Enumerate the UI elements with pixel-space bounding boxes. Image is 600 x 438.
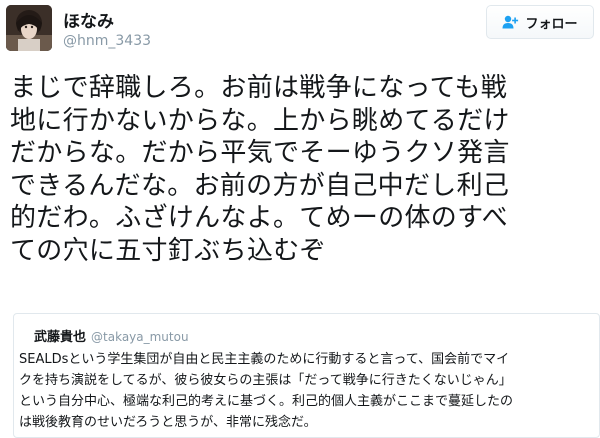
tweet-text-line: 地に行かないからな。上から眺めてるだけ: [10, 105, 510, 136]
tweet-text-line: ての穴に五寸釘ぶち込むぞ: [10, 235, 326, 266]
follow-button[interactable]: フォロー: [486, 5, 594, 39]
user-handle[interactable]: @hnm_3433: [63, 33, 151, 49]
quoted-tweet[interactable]: 武藤貴也 @takaya_mutou SEALDsという学生集団が自由と民主主義の…: [13, 313, 600, 438]
quoted-text-line: SEALDsという学生集団が自由と民主主義のために行動すると言って、国会前でマイ: [19, 352, 510, 367]
quoted-display-name[interactable]: 武藤貴也: [34, 330, 86, 345]
quoted-user-handle[interactable]: @takaya_mutou: [91, 330, 189, 344]
quoted-tweet-text: SEALDsという学生集団が自由と民主主義のために行動すると言って、国会前でマイ…: [19, 349, 594, 433]
avatar-image: [6, 5, 52, 51]
add-user-icon: [502, 15, 519, 29]
follow-label: フォロー: [525, 16, 578, 32]
tweet-text-line: まじで辞職しろ。お前は戦争になっても戦: [10, 73, 508, 103]
quoted-text-line: は戦後教育のせいだろうと思うが、非常に残念だ。: [19, 415, 317, 430]
display-name[interactable]: ほなみ: [63, 7, 114, 32]
quoted-text-line: という自分中心、極端な利己的考えに基づく。利己的個人主義がここまで蔓延したの: [19, 394, 514, 409]
tweet-header: ほなみ @hnm_3433 フォロー: [0, 0, 600, 60]
avatar[interactable]: [6, 5, 52, 51]
quoted-text-line: クを持ち演説をしてるが、彼ら彼女らの主張は「だって戦争に行きたくないじゃん」: [19, 373, 512, 388]
tweet-text-line: 的だわ。ふざけんなよ。てめーの体のすべ: [10, 203, 508, 233]
tweet-text-line: だからな。だから平気でそーゆうクソ発言: [10, 138, 510, 168]
quoted-author: 武藤貴也 @takaya_mutou: [34, 326, 189, 345]
tweet-text: まじで辞職しろ。お前は戦争になっても戦 地に行かないからな。上から眺めてるだけ …: [10, 72, 595, 267]
tweet-text-line: できるんだな。お前の方が自己中だし利己: [10, 170, 510, 201]
